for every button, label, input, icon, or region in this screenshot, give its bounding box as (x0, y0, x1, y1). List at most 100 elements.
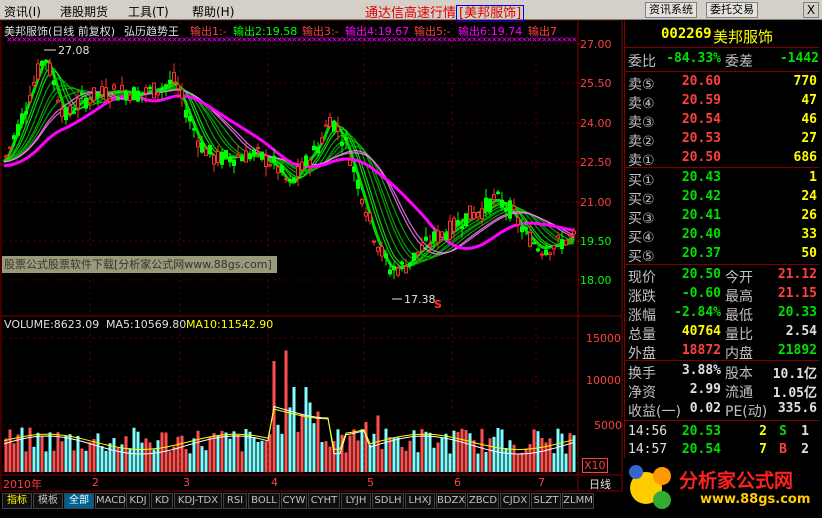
menu-help[interactable]: 帮助(H) (192, 3, 234, 20)
chart-area[interactable]: × × × × × × × × × × × × × × × × × × × × × × × × × × × × × × × × × × × × × × × ×… (0, 20, 624, 492)
tab-rsi[interactable]: RSI (223, 493, 247, 509)
menu-news[interactable]: 资讯(I) (4, 3, 41, 20)
candle-body (400, 261, 404, 265)
candle-body (568, 234, 572, 237)
trade-button[interactable]: 委托交易 (706, 2, 758, 18)
volume-bar (148, 442, 152, 472)
indicator-name[interactable]: 弘历趋势王 (124, 23, 179, 39)
tab-bdzx[interactable]: BDZX (436, 493, 466, 509)
candle-body (276, 166, 280, 174)
volume-bar (224, 432, 228, 472)
quote-row: 总量 40764 量比 2.54 (625, 324, 819, 343)
candle-body (244, 150, 248, 163)
candle-body (396, 267, 400, 276)
volume-bar (40, 436, 44, 472)
volume-bar (496, 427, 500, 472)
menu-hk-futures[interactable]: 港股期货 (60, 3, 108, 20)
candle-body (120, 84, 124, 92)
tab-lyjh[interactable]: LYJH (341, 493, 371, 509)
candle-body (392, 266, 396, 271)
price-tick-4: 22.50 (580, 156, 612, 169)
candle-body (192, 128, 196, 131)
volume-bar (144, 438, 148, 472)
menu-tools[interactable]: 工具(T) (128, 3, 169, 20)
time-label-apr: 4 (271, 476, 278, 489)
tick-time: 14:57 (628, 442, 668, 457)
candle-body (164, 84, 168, 88)
output-4: 输出4:19.67 (345, 25, 410, 38)
volume-bar (484, 451, 488, 472)
sell-level-label: 卖② (628, 134, 655, 150)
tab-boll[interactable]: BOLL (248, 493, 280, 509)
tab-cyw[interactable]: CYW (281, 493, 307, 509)
fund-value: 335.6 (777, 401, 817, 416)
volume-bar (396, 437, 400, 472)
candle-body (236, 154, 240, 158)
candle-body (560, 239, 564, 250)
close-icon[interactable]: X (803, 2, 819, 18)
tab-zlmm[interactable]: ZLMM (562, 493, 594, 509)
site-logo: 分析家公式网 www.88gs.com (624, 458, 822, 515)
candle-body (460, 225, 464, 229)
volume-bar (304, 387, 308, 472)
volume-bar (12, 443, 16, 472)
volume-bar (136, 431, 140, 472)
tab-template[interactable]: 模板 (33, 493, 63, 509)
candle-body (352, 166, 356, 173)
candle-body (124, 91, 128, 101)
quote-row: 买④ 20.40 33 (625, 227, 819, 246)
candle-body (64, 107, 68, 121)
volume-bar (424, 431, 428, 472)
volume-bar (228, 438, 232, 472)
tab-indicator[interactable]: 指标 (2, 493, 32, 509)
tab-kdj[interactable]: KDJ (126, 493, 150, 509)
tick-volume: 7 (759, 442, 767, 457)
tab-cyht[interactable]: CYHT (308, 493, 340, 509)
candle-body (108, 98, 112, 102)
stat-label: 最高 (725, 289, 753, 305)
tab-macd[interactable]: MACD (95, 493, 126, 509)
quote-row: 现价 20.50 今开 21.12 (625, 267, 819, 286)
quote-row: 卖⑤ 20.60 770 (625, 74, 819, 93)
time-label-year: 2010年 (3, 478, 42, 491)
candle-body (268, 164, 272, 167)
candle-body (456, 220, 460, 226)
volume-bar (360, 429, 364, 472)
stat-value: 40764 (681, 324, 721, 339)
sell-price: 20.59 (681, 93, 721, 108)
stat-label: 现价 (628, 270, 656, 286)
candle-body (8, 146, 12, 149)
volume-bar (508, 440, 512, 472)
news-system-button[interactable]: 资讯系统 (645, 2, 697, 18)
volume-bar (464, 429, 468, 472)
candle-body (16, 124, 20, 136)
volume-bar (540, 437, 544, 472)
candle-body (384, 253, 388, 259)
divider (625, 71, 819, 72)
candle-body (388, 269, 392, 275)
price-tick-3: 24.00 (580, 117, 612, 130)
tab-zbcd[interactable]: ZBCD (467, 493, 499, 509)
tab-slzt[interactable]: SLZT (531, 493, 561, 509)
tab-kd[interactable]: KD (151, 493, 173, 509)
volume-bar (168, 451, 172, 472)
volume-bar (260, 440, 264, 472)
volume-bar (240, 451, 244, 472)
candle-body (100, 86, 104, 95)
fund-value: 3.88% (681, 363, 721, 378)
tab-lhxj[interactable]: LHXJ (405, 493, 435, 509)
candle-body (376, 246, 380, 252)
volume-bar (180, 435, 184, 472)
sell-volume: 46 (801, 112, 817, 127)
tab-all[interactable]: 全部 (64, 493, 94, 509)
volume-bar (140, 442, 144, 472)
volume-bar (172, 446, 176, 472)
period-label[interactable]: 日线 (589, 476, 611, 492)
volume-bar (516, 453, 520, 472)
volume-bar (156, 440, 160, 472)
tab-kdj-tdx[interactable]: KDJ-TDX (174, 493, 222, 509)
volume-bar (92, 439, 96, 472)
volume-bar (312, 423, 316, 472)
tab-sdlh[interactable]: SDLH (372, 493, 404, 509)
tab-cjdx[interactable]: CJDX (500, 493, 530, 509)
